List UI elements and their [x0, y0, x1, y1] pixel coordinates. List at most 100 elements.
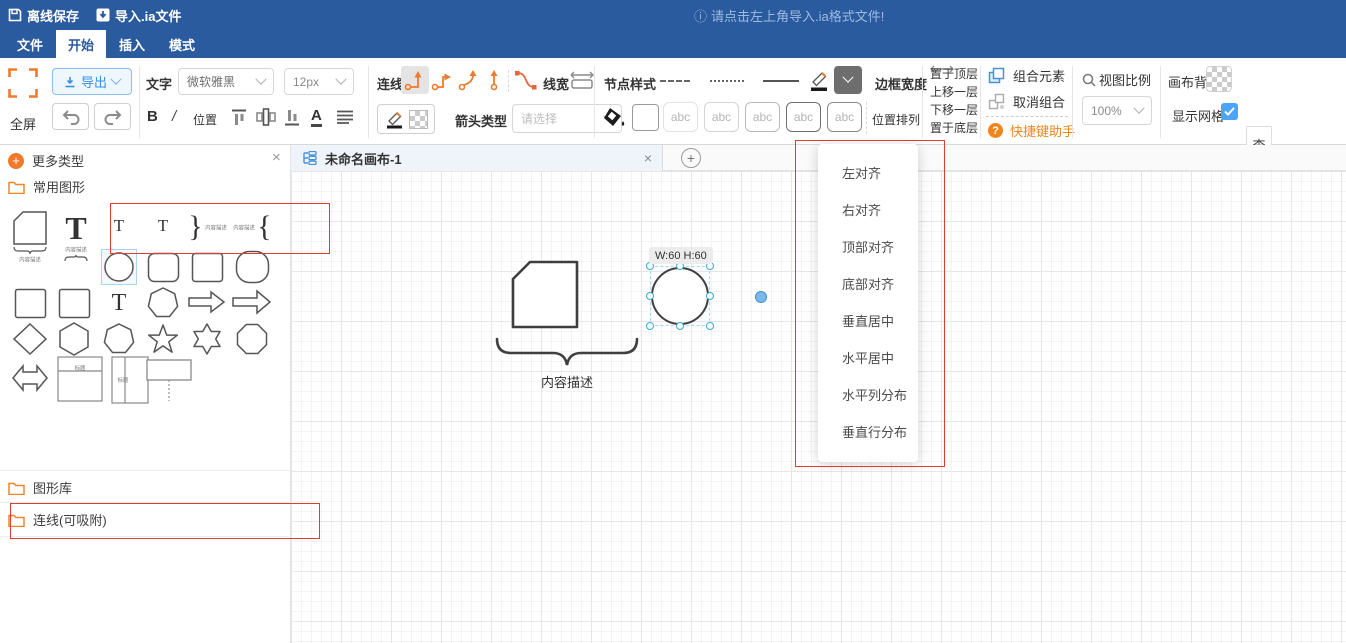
align-middle-button[interactable]: [256, 107, 276, 127]
node-preset-1[interactable]: abc: [663, 102, 698, 132]
line-width-button[interactable]: [570, 71, 594, 89]
menu-item-align-bottom[interactable]: 底部对齐: [818, 265, 918, 302]
node-style-dashed[interactable]: [660, 80, 690, 82]
menu-item-align-top[interactable]: 顶部对齐: [818, 228, 918, 265]
canvas-tab[interactable]: 未命名画布-1 ×: [291, 145, 663, 171]
close-tab-icon[interactable]: ×: [644, 150, 652, 166]
zoom-select[interactable]: 100%: [1082, 96, 1152, 125]
shape-rounded-square-2[interactable]: [189, 249, 225, 285]
node-style-dropdown-button[interactable]: [834, 66, 862, 94]
shape-library-section[interactable]: 图形库: [8, 478, 72, 497]
shape-square-1[interactable]: [12, 285, 48, 321]
shape-braced-box[interactable]: 内容描述: [10, 209, 50, 265]
shape-circle[interactable]: [101, 249, 137, 285]
shape-square-2[interactable]: [56, 285, 92, 321]
border-color-pen-button[interactable]: [808, 68, 830, 92]
menu-item-distribute-columns[interactable]: 水平列分布: [818, 376, 918, 413]
connector-elbow-arrow-button[interactable]: [430, 68, 454, 92]
border-width-button[interactable]: [895, 58, 919, 72]
common-shapes-section[interactable]: 常用图形: [8, 177, 85, 196]
menu-item-align-left[interactable]: 左对齐: [818, 154, 918, 191]
canvas-shape-brace[interactable]: [495, 336, 639, 370]
shape-heptagon-round[interactable]: [144, 285, 182, 321]
connector-curve-button[interactable]: [457, 68, 481, 92]
layer-up-button[interactable]: 上移一层: [930, 83, 978, 101]
undo-button[interactable]: [52, 103, 89, 130]
menu-tab-mode[interactable]: 模式: [160, 30, 204, 58]
fullscreen-button[interactable]: [8, 68, 38, 98]
node-preset-3[interactable]: abc: [745, 102, 780, 132]
bold-button[interactable]: B: [147, 108, 158, 125]
menu-tab-insert[interactable]: 插入: [110, 30, 154, 58]
shape-hexagon[interactable]: [56, 321, 92, 357]
more-types-button[interactable]: + 更多类型: [8, 151, 84, 170]
menu-tab-home[interactable]: 开始: [56, 30, 106, 58]
shape-brace-right[interactable]: } 内容描述: [186, 207, 230, 247]
redo-button[interactable]: [94, 103, 131, 130]
shape-callout-rect[interactable]: [142, 355, 196, 405]
shape-star-6[interactable]: [188, 321, 226, 357]
align-bottom-button[interactable]: [284, 109, 300, 126]
shape-titled-rect[interactable]: 标题: [56, 355, 104, 403]
shape-text-small-2[interactable]: T: [144, 211, 182, 241]
fill-color-swatch[interactable]: [632, 104, 659, 131]
font-color-button[interactable]: A: [311, 107, 322, 127]
shape-big-text[interactable]: T 内容描述: [54, 207, 98, 265]
node-preset-2[interactable]: abc: [704, 102, 739, 132]
show-grid-checkbox[interactable]: [1221, 103, 1238, 120]
layer-down-button[interactable]: 下移一层: [930, 101, 978, 119]
shape-brace-left[interactable]: 内容描述 {: [228, 207, 276, 247]
layer-to-front-button[interactable]: 置于顶层: [930, 65, 978, 83]
shape-star-5[interactable]: [144, 321, 182, 357]
shape-arrow-right-1[interactable]: [186, 287, 228, 317]
resize-handle-e[interactable]: [706, 292, 714, 300]
shape-octagon[interactable]: [233, 321, 271, 357]
shortcut-helper-button[interactable]: ? 快捷键助手: [988, 121, 1075, 140]
connector-straight-button[interactable]: [482, 68, 506, 92]
shape-text-small-1[interactable]: T: [100, 211, 138, 241]
resize-handle-se[interactable]: [706, 322, 714, 330]
import-ia-button[interactable]: 导入.ia文件: [96, 0, 181, 30]
canvas-shape-circle[interactable]: [651, 267, 709, 325]
align-top-button[interactable]: [231, 109, 247, 126]
fill-color-button[interactable]: [602, 106, 626, 130]
resize-handle-w[interactable]: [646, 292, 654, 300]
export-button[interactable]: 导出: [52, 68, 132, 95]
offline-save-button[interactable]: 离线保存: [8, 0, 79, 30]
ungroup-button[interactable]: 取消组合: [988, 92, 1065, 111]
text-align-button[interactable]: [336, 110, 354, 124]
line-color-pen-icon[interactable]: [385, 109, 405, 129]
font-size-select[interactable]: 12px: [284, 68, 354, 95]
node-style-solid[interactable]: [763, 80, 799, 82]
line-transparent-swatch[interactable]: [409, 110, 428, 129]
node-style-dotted[interactable]: [710, 80, 744, 82]
menu-item-align-right[interactable]: 右对齐: [818, 191, 918, 228]
menu-item-distribute-rows[interactable]: 垂直行分布: [818, 413, 918, 450]
shape-rounded-square-1[interactable]: [145, 249, 181, 285]
shape-heptagon[interactable]: [100, 321, 138, 357]
shape-text-serif[interactable]: T: [100, 285, 138, 321]
new-tab-button[interactable]: +: [681, 148, 701, 168]
node-preset-4[interactable]: abc: [786, 102, 821, 132]
shape-double-arrow[interactable]: [10, 357, 50, 399]
connector-library-section[interactable]: 连线(可吸附): [8, 510, 107, 529]
resize-handle-sw[interactable]: [646, 322, 654, 330]
sidebar-close-button[interactable]: ×: [272, 149, 281, 166]
connector-scurve-button[interactable]: [513, 68, 539, 92]
group-elements-button[interactable]: 组合元素: [988, 66, 1065, 85]
node-preset-5[interactable]: abc: [827, 102, 862, 132]
shape-arrow-right-2[interactable]: [230, 287, 274, 317]
italic-button[interactable]: /: [172, 108, 176, 125]
shape-diamond[interactable]: [12, 321, 48, 357]
connector-endpoint-dot[interactable]: [755, 291, 767, 303]
menu-item-vertical-center[interactable]: 垂直居中: [818, 302, 918, 339]
shape-squircle[interactable]: [233, 248, 271, 286]
layer-to-back-button[interactable]: 置于底层: [930, 119, 978, 137]
menu-item-horizontal-center[interactable]: 水平居中: [818, 339, 918, 376]
menu-tab-file[interactable]: 文件: [8, 30, 52, 58]
canvas-brace-label[interactable]: 内容描述: [495, 372, 639, 391]
resize-handle-s[interactable]: [676, 322, 684, 330]
canvas-bg-button[interactable]: [1206, 66, 1232, 92]
connector-elbow-button[interactable]: [401, 66, 429, 94]
canvas-shape-cut-square[interactable]: [511, 260, 579, 329]
